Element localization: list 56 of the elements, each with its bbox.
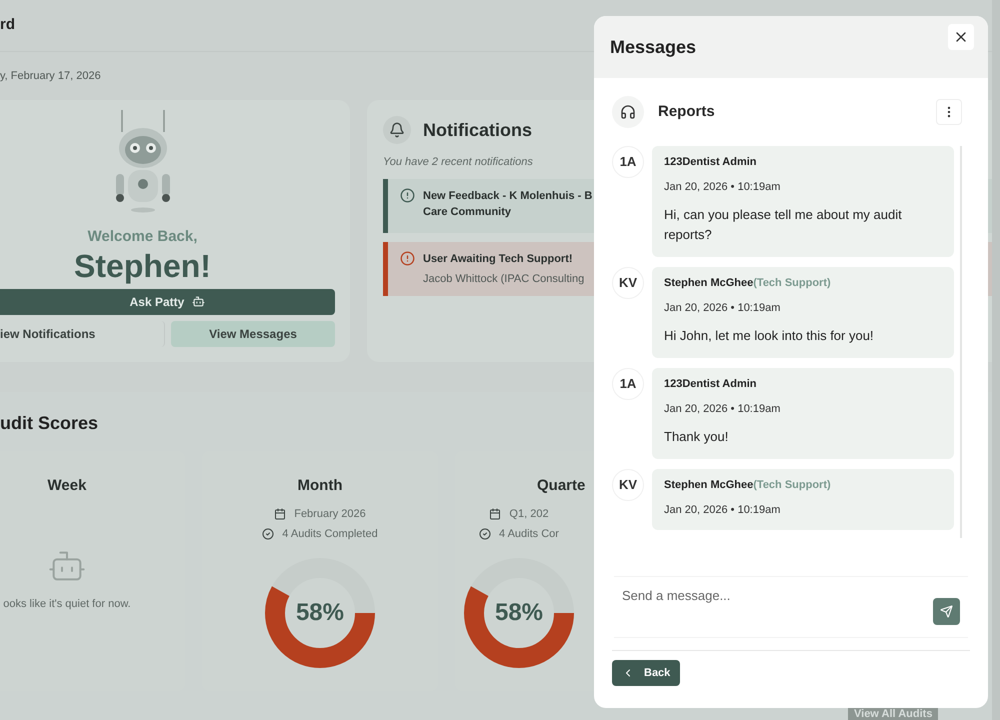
channel-name: Reports xyxy=(658,102,715,122)
score-percent: 58% xyxy=(494,598,544,628)
section-title: udit Scores xyxy=(0,412,98,435)
audits-completed: 4 Audits Completed xyxy=(282,527,378,542)
notifications-title: Notifications xyxy=(423,118,532,142)
score-percent: 58% xyxy=(296,598,344,628)
welcome-greeting: Welcome Back, xyxy=(88,227,198,247)
sender-avatar: KV xyxy=(612,469,644,501)
dialog-title: Messages xyxy=(610,36,696,59)
card-title: Month xyxy=(298,476,342,496)
message-sender: 123Dentist Admin xyxy=(664,155,758,170)
message-sender: Stephen McGhee(Tech Support) xyxy=(664,276,832,291)
view-button[interactable]: View Messages xyxy=(171,320,335,346)
notification-detail: Jacob Whittock (IPAC Consulting xyxy=(423,272,584,287)
check-circle-icon xyxy=(262,528,274,540)
date-label: y, February 17, 2026 xyxy=(0,68,101,84)
view-button[interactable]: iew Notifications xyxy=(0,320,165,346)
message-time: Jan 20, 2026 • 10:19am xyxy=(664,180,782,194)
notifications-subtitle: You have 2 recent notifications xyxy=(383,155,533,170)
message-time: Jan 20, 2026 • 10:19am xyxy=(664,502,782,518)
bell-icon xyxy=(383,116,411,144)
message-text: Hi, can you please tell me about my audit reports? xyxy=(664,206,903,244)
notification-title: New Feedback - K Molenhuis - B xyxy=(423,188,592,204)
message-text: Thank you! xyxy=(664,428,730,446)
card-title: Week xyxy=(48,476,86,496)
message-input[interactable]: Send a message... xyxy=(614,576,968,638)
send-button[interactable] xyxy=(933,598,960,625)
notification-title: User Awaiting Tech Support! xyxy=(423,252,574,266)
audits-completed: 4 Audits Cor xyxy=(499,527,559,542)
message-field[interactable]: Send a message... xyxy=(622,577,933,613)
message-text: Hi John, let me look into this for you! xyxy=(664,327,875,345)
message-sender: Stephen McGhee(Tech Support) xyxy=(664,478,832,493)
message-time: Jan 20, 2026 • 10:19am xyxy=(664,402,782,416)
message-sender: 123Dentist Admin xyxy=(664,377,758,392)
ask-patty-button[interactable]: Ask Patty xyxy=(0,288,335,314)
user-name: Stephen! xyxy=(74,248,211,282)
sender-avatar: 1A xyxy=(612,368,644,400)
calendar-icon xyxy=(489,508,502,520)
check-circle-icon xyxy=(479,528,492,540)
notification-detail: Care Community xyxy=(423,205,512,220)
alert-icon xyxy=(400,250,415,266)
card-title: Quarte xyxy=(537,476,586,496)
calendar-icon xyxy=(274,508,286,520)
bot-icon xyxy=(192,295,206,308)
period-label: February 2026 xyxy=(294,506,366,522)
sender-avatar: KV xyxy=(612,267,644,299)
alert-icon xyxy=(400,188,415,202)
headset-icon xyxy=(612,96,644,128)
page-title: rd xyxy=(0,15,15,36)
message-time: Jan 20, 2026 • 10:19am xyxy=(664,300,782,316)
close-button[interactable] xyxy=(948,24,974,50)
back-button[interactable]: Back xyxy=(612,660,680,686)
send-icon xyxy=(940,605,953,618)
empty-message: ooks like it's quiet for now. xyxy=(3,596,131,612)
sender-avatar: 1A xyxy=(612,146,644,178)
period-label: Q1, 202 xyxy=(509,506,549,522)
